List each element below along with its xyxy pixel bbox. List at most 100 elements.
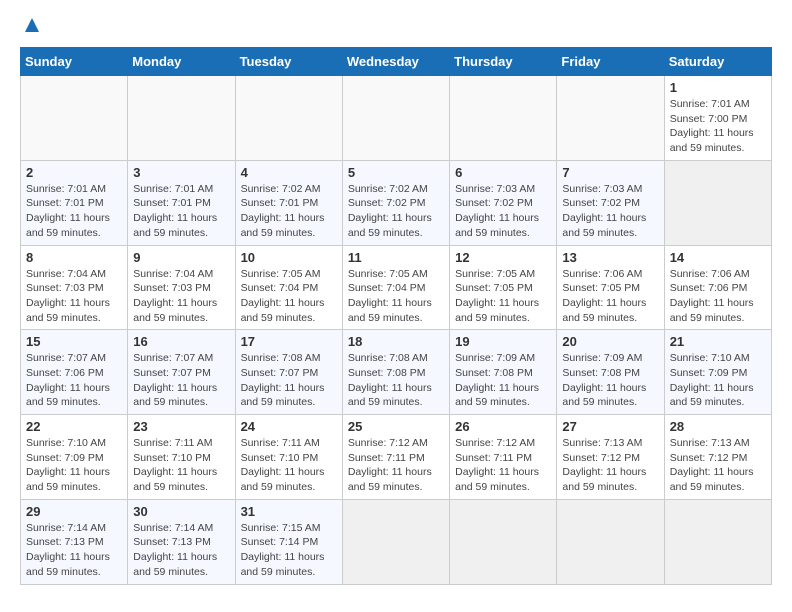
- day-number: 10: [241, 250, 337, 265]
- day-number: 18: [348, 334, 444, 349]
- day-info: Sunrise: 7:05 AMSunset: 7:04 PMDaylight:…: [241, 267, 337, 326]
- calendar-cell-day-22: 22Sunrise: 7:10 AMSunset: 7:09 PMDayligh…: [21, 415, 128, 500]
- day-number: 20: [562, 334, 658, 349]
- day-number: 7: [562, 165, 658, 180]
- day-info: Sunrise: 7:03 AMSunset: 7:02 PMDaylight:…: [562, 182, 658, 241]
- day-number: 31: [241, 504, 337, 519]
- calendar-cell-empty: [557, 499, 664, 584]
- calendar-cell-day-13: 13Sunrise: 7:06 AMSunset: 7:05 PMDayligh…: [557, 245, 664, 330]
- day-info: Sunrise: 7:14 AMSunset: 7:13 PMDaylight:…: [133, 521, 229, 580]
- calendar-cell-day-19: 19 Sunrise: 7:09 AMSunset: 7:08 PMDayligh…: [450, 330, 557, 415]
- calendar-cell-empty: [450, 76, 557, 161]
- day-info: Sunrise: 7:01 AMSunset: 7:01 PMDaylight:…: [133, 182, 229, 241]
- day-number: 27: [562, 419, 658, 434]
- logo-icon: [23, 16, 41, 34]
- col-header-thursday: Thursday: [450, 48, 557, 76]
- calendar-cell-day-17: 17 Sunrise: 7:08 AMSunset: 7:07 PMDayligh…: [235, 330, 342, 415]
- calendar-cell-day-9: 9Sunrise: 7:04 AMSunset: 7:03 PMDaylight…: [128, 245, 235, 330]
- day-number: 6: [455, 165, 551, 180]
- calendar-cell-day-1: 1Sunrise: 7:01 AMSunset: 7:00 PMDaylight…: [664, 76, 771, 161]
- day-info: Sunrise: 7:13 AMSunset: 7:12 PMDaylight:…: [562, 436, 658, 495]
- day-info: Sunrise: 7:02 AMSunset: 7:01 PMDaylight:…: [241, 182, 337, 241]
- calendar-cell-day-14: 14Sunrise: 7:06 AMSunset: 7:06 PMDayligh…: [664, 245, 771, 330]
- calendar-cell-day-6: 6Sunrise: 7:03 AMSunset: 7:02 PMDaylight…: [450, 160, 557, 245]
- day-number: 30: [133, 504, 229, 519]
- calendar-cell-empty: [664, 499, 771, 584]
- day-number: 2: [26, 165, 122, 180]
- day-info: Sunrise: 7:10 AMSunset: 7:09 PMDaylight:…: [26, 436, 122, 495]
- calendar-cell-empty: [235, 76, 342, 161]
- day-info: Sunrise: 7:15 AMSunset: 7:14 PMDaylight:…: [241, 521, 337, 580]
- calendar-cell-empty: [21, 76, 128, 161]
- day-number: 14: [670, 250, 766, 265]
- day-info: Sunrise: 7:09 AMSunset: 7:08 PMDaylight:…: [562, 351, 658, 410]
- day-number: 26: [455, 419, 551, 434]
- day-info: Sunrise: 7:12 AMSunset: 7:11 PMDaylight:…: [348, 436, 444, 495]
- day-number: 19: [455, 334, 551, 349]
- day-number: 24: [241, 419, 337, 434]
- day-info: Sunrise: 7:01 AMSunset: 7:00 PMDaylight:…: [670, 97, 766, 156]
- calendar-cell-day-27: 27 Sunrise: 7:13 AMSunset: 7:12 PMDayligh…: [557, 415, 664, 500]
- day-info: Sunrise: 7:05 AMSunset: 7:05 PMDaylight:…: [455, 267, 551, 326]
- calendar-cell-day-25: 25Sunrise: 7:12 AMSunset: 7:11 PMDayligh…: [342, 415, 449, 500]
- col-header-saturday: Saturday: [664, 48, 771, 76]
- day-number: 8: [26, 250, 122, 265]
- calendar-cell-day-7: 7 Sunrise: 7:03 AMSunset: 7:02 PMDaylight…: [557, 160, 664, 245]
- col-header-friday: Friday: [557, 48, 664, 76]
- logo: [20, 16, 41, 39]
- calendar-cell-day-29: 29 Sunrise: 7:14 AMSunset: 7:13 PMDayligh…: [21, 499, 128, 584]
- day-number: 11: [348, 250, 444, 265]
- calendar-cell-empty: [128, 76, 235, 161]
- day-info: Sunrise: 7:05 AMSunset: 7:04 PMDaylight:…: [348, 267, 444, 326]
- day-number: 17: [241, 334, 337, 349]
- day-number: 13: [562, 250, 658, 265]
- calendar-cell-day-21: 21 Sunrise: 7:10 AMSunset: 7:09 PMDayligh…: [664, 330, 771, 415]
- day-info: Sunrise: 7:11 AMSunset: 7:10 PMDaylight:…: [133, 436, 229, 495]
- calendar-cell-day-16: 16Sunrise: 7:07 AMSunset: 7:07 PMDayligh…: [128, 330, 235, 415]
- day-info: Sunrise: 7:12 AMSunset: 7:11 PMDaylight:…: [455, 436, 551, 495]
- day-number: 23: [133, 419, 229, 434]
- day-info: Sunrise: 7:09 AMSunset: 7:08 PMDaylight:…: [455, 351, 551, 410]
- day-info: Sunrise: 7:07 AMSunset: 7:06 PMDaylight:…: [26, 351, 122, 410]
- calendar-cell-day-31: 31 Sunrise: 7:15 AMSunset: 7:14 PMDayligh…: [235, 499, 342, 584]
- day-info: Sunrise: 7:10 AMSunset: 7:09 PMDaylight:…: [670, 351, 766, 410]
- col-header-wednesday: Wednesday: [342, 48, 449, 76]
- day-number: 16: [133, 334, 229, 349]
- col-header-sunday: Sunday: [21, 48, 128, 76]
- day-number: 21: [670, 334, 766, 349]
- col-header-tuesday: Tuesday: [235, 48, 342, 76]
- calendar-week-row: 2 Sunrise: 7:01 AMSunset: 7:01 PMDaylight…: [21, 160, 772, 245]
- day-info: Sunrise: 7:08 AMSunset: 7:07 PMDaylight:…: [241, 351, 337, 410]
- calendar-cell-day-5: 5Sunrise: 7:02 AMSunset: 7:02 PMDaylight…: [342, 160, 449, 245]
- calendar-week-row: 22Sunrise: 7:10 AMSunset: 7:09 PMDayligh…: [21, 415, 772, 500]
- calendar-cell-day-18: 18 Sunrise: 7:08 AMSunset: 7:08 PMDayligh…: [342, 330, 449, 415]
- day-info: Sunrise: 7:08 AMSunset: 7:08 PMDaylight:…: [348, 351, 444, 410]
- day-number: 29: [26, 504, 122, 519]
- calendar-cell-day-26: 26 Sunrise: 7:12 AMSunset: 7:11 PMDayligh…: [450, 415, 557, 500]
- day-info: Sunrise: 7:11 AMSunset: 7:10 PMDaylight:…: [241, 436, 337, 495]
- calendar-cell-day-3: 3 Sunrise: 7:01 AMSunset: 7:01 PMDaylight…: [128, 160, 235, 245]
- calendar-week-row: 8 Sunrise: 7:04 AMSunset: 7:03 PMDaylight…: [21, 245, 772, 330]
- day-info: Sunrise: 7:13 AMSunset: 7:12 PMDaylight:…: [670, 436, 766, 495]
- calendar-cell-day-8: 8Sunrise: 7:04 AMSunset: 7:03 PMDaylight…: [21, 245, 128, 330]
- day-number: 4: [241, 165, 337, 180]
- calendar-cell-empty: [557, 76, 664, 161]
- calendar-cell-empty: [450, 499, 557, 584]
- calendar-cell-empty: [342, 499, 449, 584]
- calendar-cell-empty: [342, 76, 449, 161]
- calendar-week-row: 29 Sunrise: 7:14 AMSunset: 7:13 PMDayligh…: [21, 499, 772, 584]
- calendar-cell-day-23: 23 Sunrise: 7:11 AMSunset: 7:10 PMDayligh…: [128, 415, 235, 500]
- calendar-cell-day-30: 30 Sunrise: 7:14 AMSunset: 7:13 PMDayligh…: [128, 499, 235, 584]
- day-number: 3: [133, 165, 229, 180]
- calendar-cell-day-10: 10 Sunrise: 7:05 AMSunset: 7:04 PMDayligh…: [235, 245, 342, 330]
- day-number: 28: [670, 419, 766, 434]
- day-info: Sunrise: 7:04 AMSunset: 7:03 PMDaylight:…: [133, 267, 229, 326]
- page-header: [20, 16, 772, 39]
- calendar-cell-day-15: 15Sunrise: 7:07 AMSunset: 7:06 PMDayligh…: [21, 330, 128, 415]
- calendar-table: SundayMondayTuesdayWednesdayThursdayFrid…: [20, 47, 772, 585]
- day-number: 5: [348, 165, 444, 180]
- calendar-cell-empty: [664, 160, 771, 245]
- calendar-cell-day-28: 28 Sunrise: 7:13 AMSunset: 7:12 PMDayligh…: [664, 415, 771, 500]
- calendar-week-row: 1Sunrise: 7:01 AMSunset: 7:00 PMDaylight…: [21, 76, 772, 161]
- day-info: Sunrise: 7:14 AMSunset: 7:13 PMDaylight:…: [26, 521, 122, 580]
